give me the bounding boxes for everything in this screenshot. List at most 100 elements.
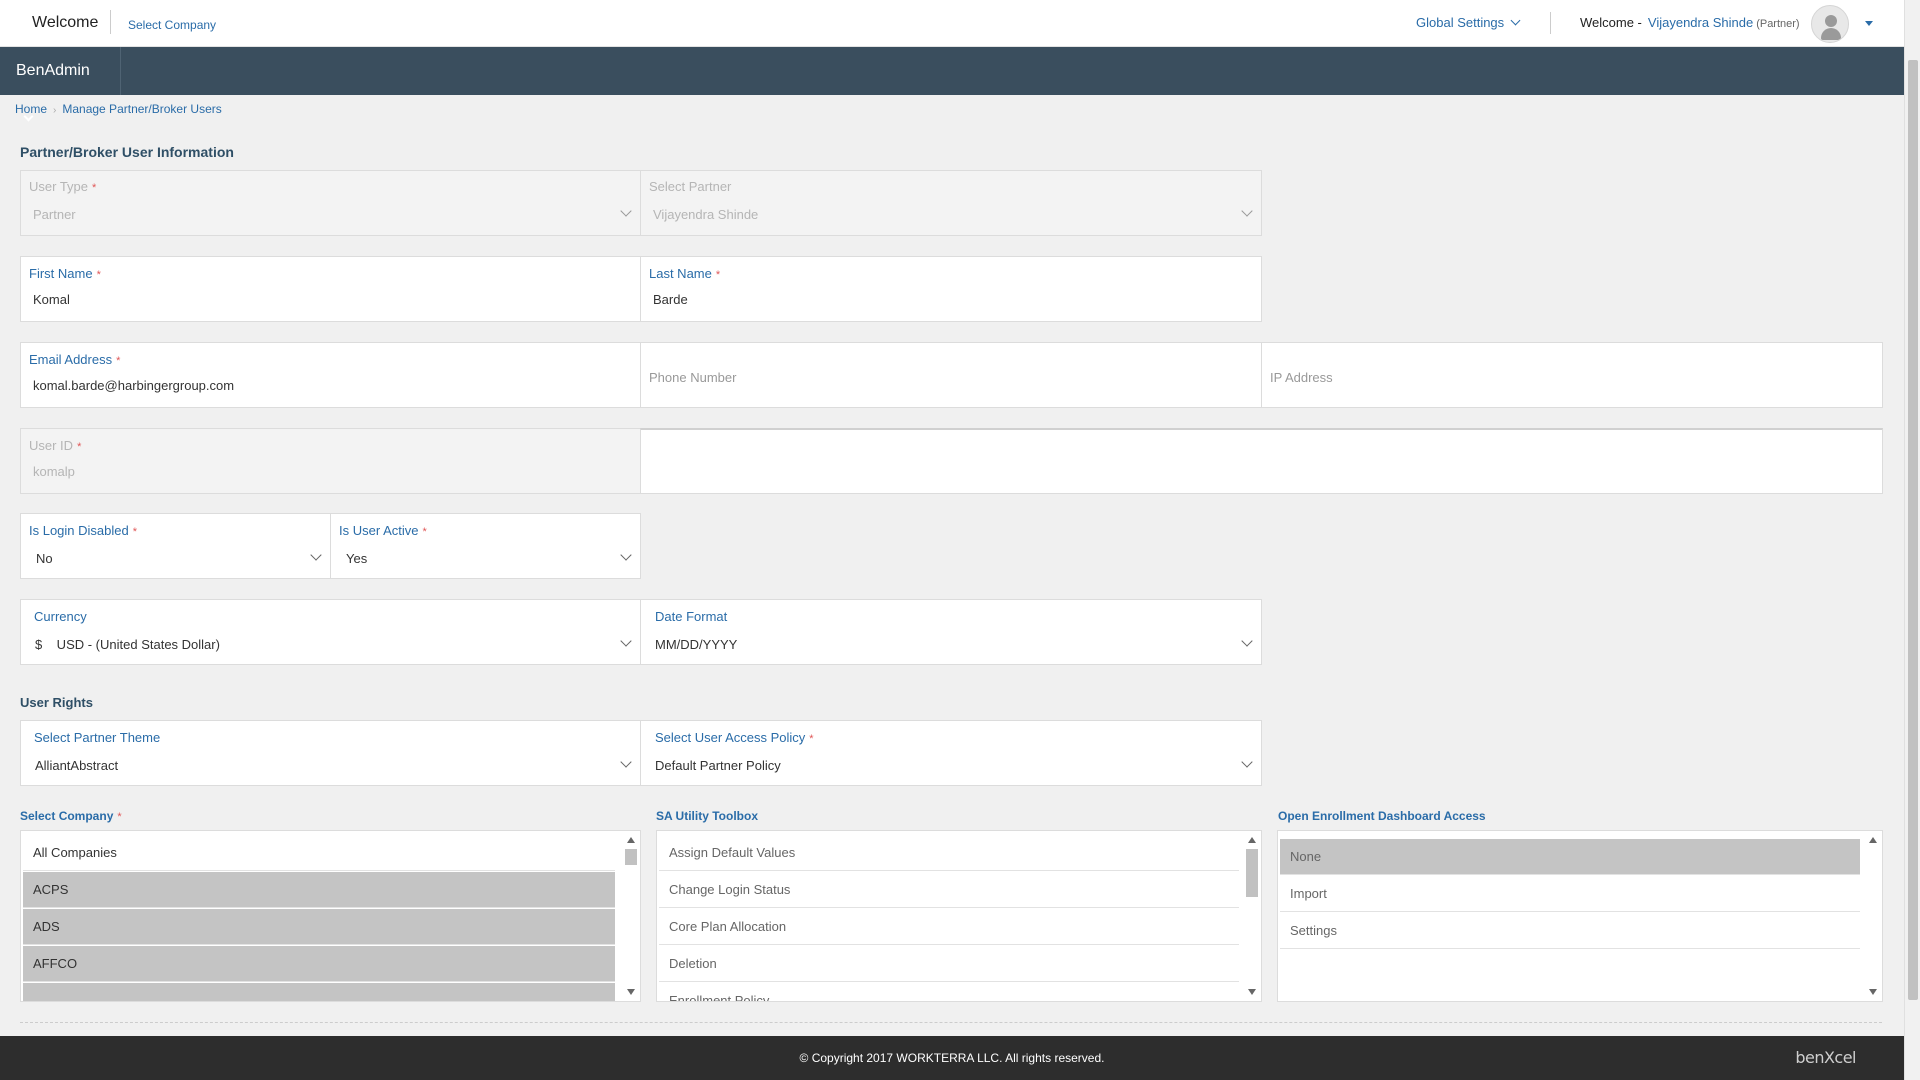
scrollbar[interactable] xyxy=(1243,831,1261,1001)
list-item[interactable]: Settings xyxy=(1280,913,1860,949)
scroll-down-icon[interactable] xyxy=(1869,989,1877,995)
last-name-field[interactable]: Last Name * Barde xyxy=(640,256,1262,322)
user-greeting: Welcome - Vijayendra Shinde (Partner) xyxy=(1580,15,1800,30)
chevron-down-icon xyxy=(310,549,322,561)
required-mark: * xyxy=(96,269,101,281)
first-name-field[interactable]: First Name * Komal xyxy=(20,256,641,322)
header-divider xyxy=(110,10,111,34)
footer: © Copyright 2017 WORKTERRA LLC. All righ… xyxy=(0,1036,1904,1080)
scroll-up-icon[interactable] xyxy=(1248,837,1256,843)
chevron-right-icon: › xyxy=(53,105,57,116)
required-mark: * xyxy=(422,526,427,538)
is-login-disabled-value: No xyxy=(36,551,53,566)
is-login-disabled-label: Is Login Disabled xyxy=(29,523,129,538)
main-navbar: BenAdmin xyxy=(0,47,1904,122)
access-policy-select[interactable]: Select User Access Policy * Default Partn… xyxy=(640,720,1262,786)
section-title-user-info: Partner/Broker User Information xyxy=(20,144,234,160)
scroll-down-icon[interactable] xyxy=(627,989,635,995)
last-name-value[interactable]: Barde xyxy=(653,292,688,307)
email-label: Email Address xyxy=(29,352,113,367)
user-type-label: User Type xyxy=(29,179,89,194)
is-user-active-value: Yes xyxy=(346,551,368,566)
required-mark: * xyxy=(132,526,138,538)
sa-utility-list-label: SA Utility Toolbox xyxy=(656,809,758,823)
chevron-down-icon xyxy=(620,549,632,561)
list-item-partial[interactable] xyxy=(23,983,615,1001)
date-format-select[interactable]: Date Format MM/DD/YYYY xyxy=(640,599,1262,665)
scrollbar[interactable] xyxy=(1864,831,1882,1001)
list-item[interactable]: Import xyxy=(1280,876,1860,912)
user-id-value: komalp xyxy=(33,464,75,479)
scroll-up-icon[interactable] xyxy=(1869,837,1877,843)
scroll-thumb[interactable] xyxy=(625,849,637,865)
list-item[interactable]: AFFCO xyxy=(23,946,615,982)
phone-number-field[interactable]: Phone Number xyxy=(640,342,1262,408)
user-type-select: User Type * Partner xyxy=(20,170,641,236)
partner-theme-select[interactable]: Select Partner Theme AlliantAbstract xyxy=(20,720,641,786)
date-format-value: MM/DD/YYYY xyxy=(655,637,738,652)
list-item[interactable]: None xyxy=(1280,839,1860,875)
date-format-label: Date Format xyxy=(655,609,728,624)
phone-number-placeholder: Phone Number xyxy=(649,370,737,385)
sa-utility-list[interactable]: Assign Default Values Change Login Statu… xyxy=(656,830,1262,1002)
select-company-list[interactable]: All Companies ACPS ADS AFFCO xyxy=(20,830,641,1002)
currency-select[interactable]: Currency $ USD - (United States Dollar) xyxy=(20,599,641,665)
chevron-down-icon xyxy=(1241,635,1253,647)
required-mark: * xyxy=(92,182,97,194)
list-item[interactable]: ADS xyxy=(23,909,615,945)
select-company-label-text: Select Company xyxy=(20,809,114,823)
list-item[interactable]: ACPS xyxy=(23,872,615,908)
list-item[interactable]: Core Plan Allocation xyxy=(659,909,1239,945)
user-icon-body xyxy=(1821,28,1841,40)
ip-address-field[interactable]: IP Address xyxy=(1261,342,1883,408)
caret-down-icon[interactable] xyxy=(1865,21,1873,26)
breadcrumb-current[interactable]: Manage Partner/Broker Users xyxy=(62,102,221,116)
user-id-field: User ID * komalp xyxy=(20,428,641,494)
scroll-down-icon[interactable] xyxy=(1248,989,1256,995)
divider xyxy=(20,1022,1882,1023)
section-title-user-rights: User Rights xyxy=(20,695,93,710)
breadcrumb-home[interactable]: Home xyxy=(15,102,47,116)
is-user-active-label: Is User Active xyxy=(339,523,419,538)
app-switcher[interactable]: BenAdmin xyxy=(0,47,121,122)
global-settings-menu[interactable]: Global Settings xyxy=(1416,15,1521,30)
user-id-label: User ID xyxy=(29,438,74,453)
chevron-down-icon xyxy=(1241,205,1253,217)
currency-label: Currency xyxy=(34,609,87,624)
chevron-down-icon xyxy=(1241,756,1253,768)
first-name-value[interactable]: Komal xyxy=(33,292,70,307)
list-item[interactable]: All Companies xyxy=(23,835,615,871)
welcome-prefix: Welcome - xyxy=(1580,15,1642,30)
copyright-text: © Copyright 2017 WORKTERRA LLC. All righ… xyxy=(799,1051,1105,1065)
oe-dashboard-list[interactable]: None Import Settings xyxy=(1277,830,1883,1002)
list-item[interactable]: Assign Default Values xyxy=(659,835,1239,871)
chevron-down-icon xyxy=(620,205,632,217)
list-item[interactable]: Change Login Status xyxy=(659,872,1239,908)
breadcrumb: Home › Manage Partner/Broker Users xyxy=(15,102,222,116)
scroll-up-icon[interactable] xyxy=(627,837,635,843)
email-field[interactable]: Email Address * komal.barde@harbingergrou… xyxy=(20,342,641,408)
access-policy-value: Default Partner Policy xyxy=(655,758,781,773)
email-value[interactable]: komal.barde@harbingergroup.com xyxy=(33,378,234,393)
is-user-active-select[interactable]: Is User Active * Yes xyxy=(330,513,641,579)
select-partner-label: Select Partner xyxy=(649,179,732,194)
page-scrollbar[interactable] xyxy=(1904,0,1920,1080)
list-item[interactable]: Enrollment Policy xyxy=(659,983,1239,1001)
select-company-link[interactable]: Select Company xyxy=(128,18,216,32)
list-item[interactable]: Deletion xyxy=(659,946,1239,982)
scroll-thumb[interactable] xyxy=(1246,849,1258,897)
last-name-label: Last Name xyxy=(649,266,712,281)
top-header: Welcome Select Company Global Settings W… xyxy=(0,0,1904,47)
is-login-disabled-select[interactable]: Is Login Disabled * No xyxy=(20,513,331,579)
user-name-link[interactable]: Vijayendra Shinde xyxy=(1648,15,1753,30)
first-name-label: First Name xyxy=(29,266,93,281)
required-mark: * xyxy=(809,733,814,745)
user-icon xyxy=(1825,15,1837,27)
page-scroll-thumb[interactable] xyxy=(1908,60,1918,1000)
partner-theme-value: AlliantAbstract xyxy=(35,758,119,773)
avatar[interactable] xyxy=(1811,5,1849,43)
scrollbar[interactable] xyxy=(622,831,640,1001)
user-type-value: Partner xyxy=(33,207,76,222)
header-divider xyxy=(1550,12,1551,34)
app-name: BenAdmin xyxy=(16,62,90,79)
